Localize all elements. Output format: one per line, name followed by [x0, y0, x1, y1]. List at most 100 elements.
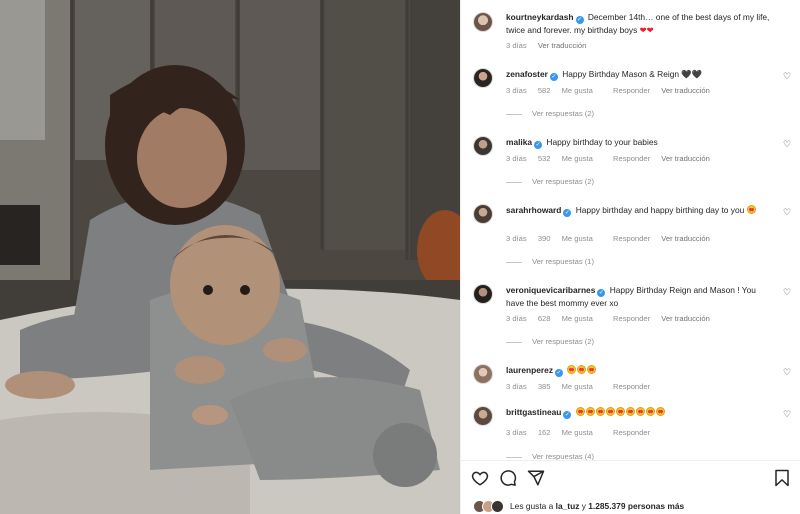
verified-badge-icon: ✓	[549, 73, 558, 81]
heart-eyes-emoji	[635, 407, 645, 416]
reply-button[interactable]: Responder	[613, 428, 650, 437]
comment-age[interactable]: 3 días	[506, 154, 527, 163]
likes-text: Les gusta a la_tuz y 1.285.379 personas …	[510, 501, 684, 511]
likes-prefix: Les gusta a	[510, 501, 554, 511]
comment-like-heart-icon[interactable]: ♡	[783, 410, 791, 419]
comment-likes[interactable]: 532 Me gusta	[538, 154, 602, 163]
post-photo[interactable]	[0, 0, 460, 514]
comment-username[interactable]: malika	[506, 137, 532, 147]
reply-button[interactable]: Responder	[613, 314, 650, 323]
likes-middle: y	[581, 501, 586, 511]
comment-likes-count: 628	[537, 314, 551, 323]
verified-badge-icon: ✓	[555, 369, 564, 377]
comment-age[interactable]: 3 días	[506, 234, 527, 243]
bookmark-icon[interactable]	[773, 469, 791, 487]
comment-likes[interactable]: 628 Me gusta	[538, 314, 602, 323]
comment-meta: 3 días 385 Me gusta Responder	[506, 382, 659, 391]
avatar[interactable]	[473, 284, 493, 304]
comment-text: sarahrhoward ✓ Happy birthday and happy b…	[506, 204, 771, 217]
view-replies-label: Ver respuestas (1)	[532, 257, 595, 266]
translate-link[interactable]: Ver traducción	[661, 314, 710, 323]
avatar[interactable]	[473, 204, 493, 224]
avatar[interactable]	[473, 68, 493, 88]
comment-likes[interactable]: 582 Me gusta	[538, 86, 602, 95]
comment-age[interactable]: 3 días	[506, 382, 527, 391]
heart-icon[interactable]	[471, 469, 489, 487]
caption-translate-link[interactable]: Ver traducción	[538, 41, 587, 50]
verified-badge-icon: ✓	[563, 411, 572, 419]
comment-username[interactable]: zenafoster	[506, 69, 548, 79]
translate-link[interactable]: Ver traducción	[661, 154, 710, 163]
comment-likes-count: 582	[537, 86, 551, 95]
heart-eyes-emoji	[585, 407, 595, 416]
comment-age[interactable]: 3 días	[506, 86, 527, 95]
share-icon[interactable]	[527, 469, 545, 487]
avatar[interactable]	[473, 136, 493, 156]
reply-button[interactable]: Responder	[613, 234, 650, 243]
red-hearts-emoji: ❤❤	[639, 25, 654, 35]
comment-username[interactable]: sarahrhoward	[506, 205, 561, 215]
verified-badge-icon: ✓	[597, 289, 606, 297]
reply-button[interactable]: Responder	[613, 154, 650, 163]
comment-username[interactable]: veroniquevicaribarnes	[506, 285, 595, 295]
comment-text: malika ✓ Happy birthday to your babies	[506, 136, 771, 149]
heart-eyes-emoji	[577, 365, 587, 374]
comment-like-heart-icon[interactable]: ♡	[783, 140, 791, 149]
avatar[interactable]	[473, 12, 493, 32]
heart-eyes-emoji	[587, 365, 597, 374]
view-replies-button[interactable]: Ver respuestas (2)	[506, 177, 594, 186]
comment-text: zenafoster ✓ Happy Birthday Mason & Reign…	[506, 68, 771, 81]
caption-username[interactable]: kourtneykardash	[506, 12, 574, 22]
caption-meta: 3 días Ver traducción	[506, 41, 595, 50]
avatar[interactable]	[473, 406, 493, 426]
replies-divider	[506, 456, 522, 458]
view-replies-button[interactable]: Ver respuestas (2)	[506, 337, 594, 346]
translate-link[interactable]: Ver traducción	[661, 234, 710, 243]
verified-badge-icon: ✓	[534, 141, 543, 149]
view-replies-label: Ver respuestas (2)	[532, 337, 595, 346]
reply-button[interactable]: Responder	[613, 86, 650, 95]
heart-eyes-emoji	[655, 407, 665, 416]
heart-eyes-emoji	[567, 365, 577, 374]
comment-username[interactable]: brittgastineau	[506, 407, 561, 417]
comment-username[interactable]: laurenperez	[506, 365, 553, 375]
comment-like-heart-icon[interactable]: ♡	[783, 288, 791, 297]
translate-link[interactable]: Ver traducción	[661, 86, 710, 95]
reply-button[interactable]: Responder	[613, 382, 650, 391]
heart-eyes-emoji	[575, 407, 585, 416]
likes-summary[interactable]: Les gusta a la_tuz y 1.285.379 personas …	[473, 499, 684, 513]
comments-list[interactable]: kourtneykardash ✓ December 14th… one of t…	[461, 0, 800, 460]
view-replies-label: Ver respuestas (2)	[532, 109, 595, 118]
heart-eyes-emoji	[605, 407, 615, 416]
comment-likes[interactable]: 390 Me gusta	[538, 234, 602, 243]
comment-age[interactable]: 3 días	[506, 428, 527, 437]
likes-count[interactable]: 1.285.379	[588, 501, 625, 511]
comment-likes[interactable]: 162 Me gusta	[538, 428, 602, 437]
comment-text: brittgastineau ✓	[506, 406, 771, 419]
comment-icon[interactable]	[499, 469, 517, 487]
view-replies-button[interactable]: Ver respuestas (1)	[506, 257, 594, 266]
comment-like-heart-icon[interactable]: ♡	[783, 368, 791, 377]
likes-suffix[interactable]: personas más	[628, 501, 684, 511]
comment-likes-label: Me gusta	[561, 428, 593, 437]
comment-likes-count: 385	[537, 382, 551, 391]
black-hearts-emoji: 🖤🖤	[681, 69, 703, 79]
comment-likes-count: 532	[537, 154, 551, 163]
comment-like-heart-icon[interactable]: ♡	[783, 208, 791, 217]
comment-meta: 3 días 582 Me gusta Responder Ver traduc…	[506, 86, 719, 95]
comment-age[interactable]: 3 días	[506, 314, 527, 323]
comment-likes[interactable]: 385 Me gusta	[538, 382, 602, 391]
heart-eyes-emoji	[595, 407, 605, 416]
comment-meta: 3 días 390 Me gusta Responder Ver traduc…	[506, 234, 719, 243]
view-replies-label: Ver respuestas (2)	[532, 177, 595, 186]
replies-divider	[506, 341, 522, 343]
avatar[interactable]	[473, 364, 493, 384]
caption-age[interactable]: 3 días	[506, 41, 527, 50]
comment-like-heart-icon[interactable]: ♡	[783, 72, 791, 81]
comment-text: laurenperez ✓	[506, 364, 771, 377]
comment-likes-label: Me gusta	[561, 382, 593, 391]
heart-eyes-emoji	[645, 407, 655, 416]
likes-user[interactable]: la_tuz	[556, 501, 580, 511]
view-replies-button[interactable]: Ver respuestas (4)	[506, 452, 594, 460]
view-replies-button[interactable]: Ver respuestas (2)	[506, 109, 594, 118]
